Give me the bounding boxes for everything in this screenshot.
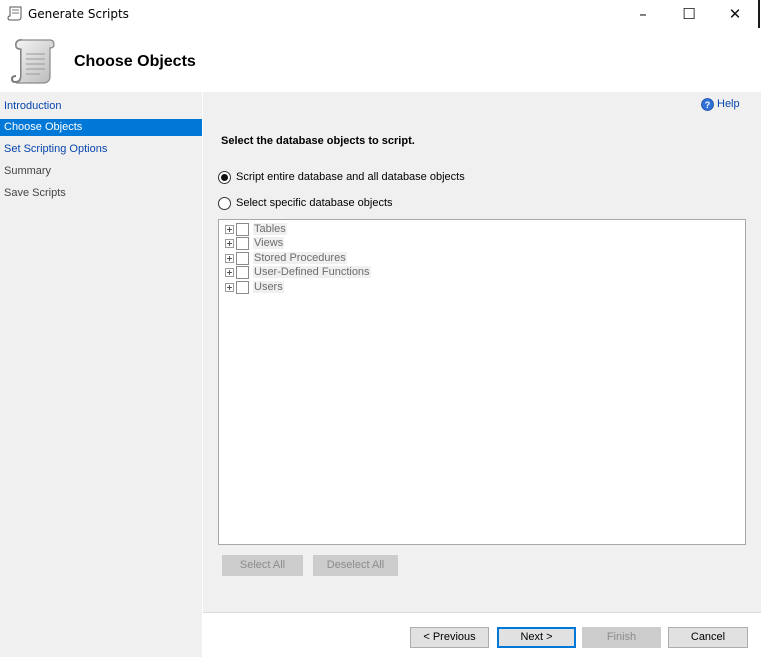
tree-checkbox <box>236 280 249 294</box>
previous-button[interactable]: < Previous <box>410 627 489 648</box>
expand-icon <box>225 224 234 234</box>
close-icon: ✕ <box>728 5 742 23</box>
sidebar-item-save-scripts: Save Scripts <box>4 187 66 199</box>
tree-item-users: Users <box>225 280 284 294</box>
object-tree: Tables Views Stored Procedures User-Defi… <box>218 219 746 545</box>
next-button[interactable]: Next > <box>497 627 576 648</box>
expand-icon <box>225 253 234 263</box>
select-all-button: Select All <box>222 555 303 576</box>
tree-item-label: Users <box>253 281 284 293</box>
page-title: Choose Objects <box>74 53 196 70</box>
radio-button-selected[interactable] <box>218 170 231 184</box>
script-entire-database-option[interactable]: Script entire database and all database … <box>218 169 465 185</box>
window-title: Generate Scripts <box>28 7 129 21</box>
help-icon: ? <box>701 97 714 111</box>
sidebar-item-set-scripting-options[interactable]: Set Scripting Options <box>0 141 202 158</box>
minimize-button[interactable]: – <box>620 0 666 28</box>
title-bar: Generate Scripts – ☐ ✕ <box>0 0 761 28</box>
tree-checkbox <box>236 251 249 265</box>
option-label: Script entire database and all database … <box>236 171 465 183</box>
svg-text:?: ? <box>705 100 711 110</box>
minimize-icon: – <box>639 5 647 23</box>
tree-item-views: Views <box>225 236 285 250</box>
sidebar-item-choose-objects[interactable]: Choose Objects <box>0 119 202 136</box>
tree-checkbox <box>236 222 249 236</box>
tree-item-label: Views <box>253 237 285 249</box>
cancel-button[interactable]: Cancel <box>668 627 748 648</box>
wizard-header: Choose Objects <box>0 28 761 92</box>
tree-item-label: User-Defined Functions <box>253 266 371 278</box>
sidebar-item-summary: Summary <box>4 165 52 177</box>
scroll-icon <box>10 39 55 84</box>
scroll-icon <box>7 6 22 21</box>
footer-divider <box>203 612 761 613</box>
tree-item-stored-procedures: Stored Procedures <box>225 251 347 265</box>
instruction-text: Select the database objects to script. <box>221 135 415 147</box>
expand-icon <box>225 267 234 277</box>
tree-item-label: Tables <box>253 223 287 235</box>
close-button[interactable]: ✕ <box>712 0 758 28</box>
tree-checkbox <box>236 236 249 250</box>
radio-button[interactable] <box>218 196 231 210</box>
expand-icon <box>225 238 234 248</box>
help-label: Help <box>717 98 740 110</box>
help-link[interactable]: ? Help <box>701 96 740 112</box>
maximize-icon: ☐ <box>682 5 696 23</box>
deselect-all-button: Deselect All <box>313 555 398 576</box>
tree-item-user-defined-functions: User-Defined Functions <box>225 265 371 279</box>
sidebar-item-introduction[interactable]: Introduction <box>0 98 202 115</box>
maximize-button[interactable]: ☐ <box>666 0 712 28</box>
expand-icon <box>225 282 234 292</box>
select-specific-objects-option[interactable]: Select specific database objects <box>218 195 393 211</box>
tree-item-label: Stored Procedures <box>253 252 347 264</box>
tree-item-tables: Tables <box>225 222 287 236</box>
tree-checkbox <box>236 265 249 279</box>
finish-button: Finish <box>582 627 661 648</box>
option-label: Select specific database objects <box>236 197 393 209</box>
